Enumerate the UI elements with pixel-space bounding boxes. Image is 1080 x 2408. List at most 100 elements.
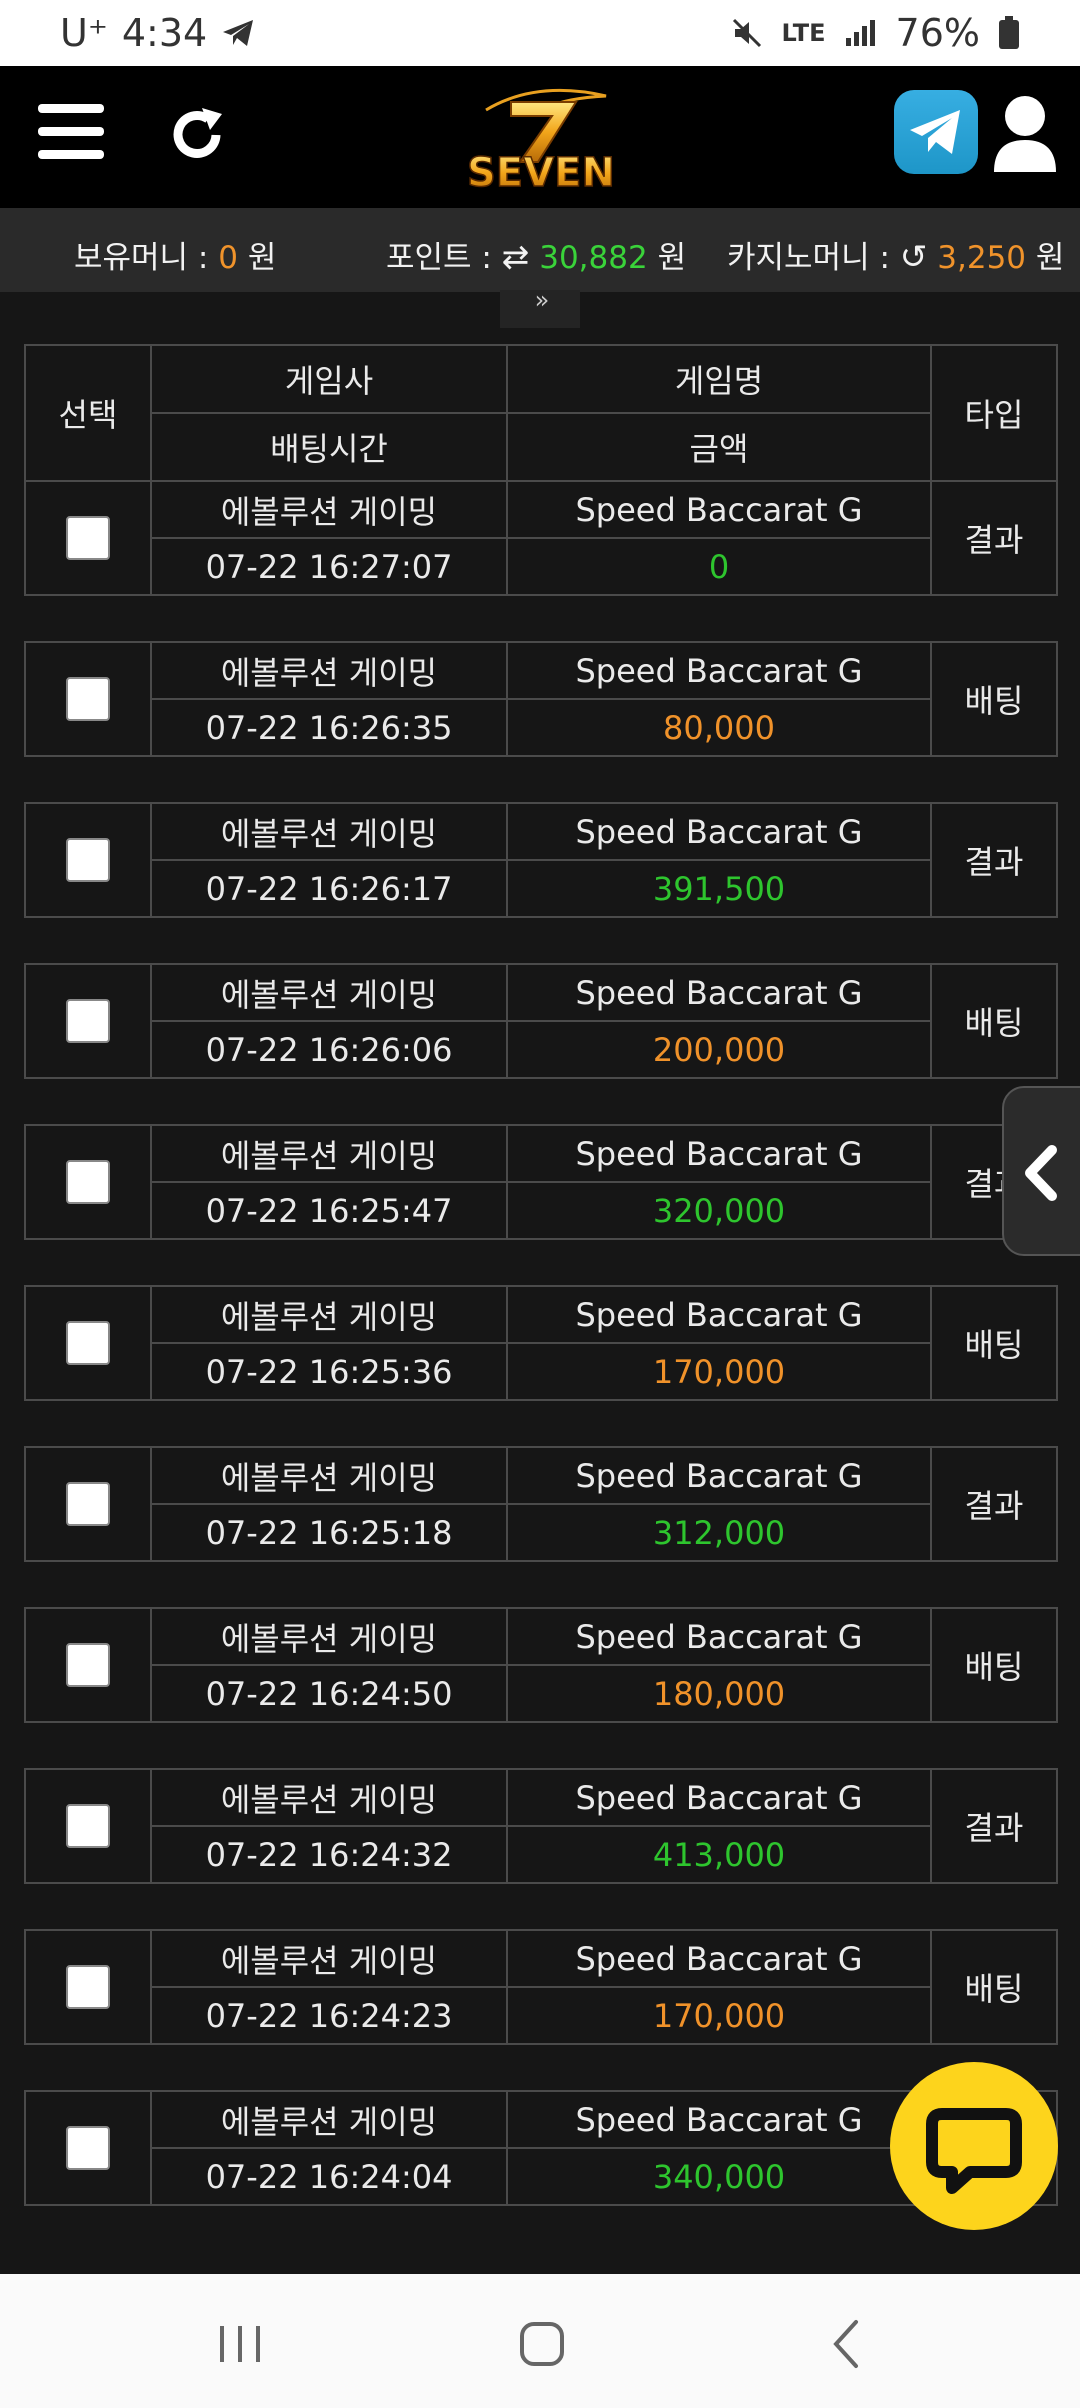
row-select-cell [24,1607,152,1723]
seven-logo[interactable]: SEVEN [456,80,626,196]
row-spacer [25,916,1057,965]
game-name-cell: Speed Baccarat G [506,1285,932,1344]
recent-apps-icon[interactable] [200,2314,280,2374]
provider-cell: 에볼루션 게이밍 [150,2090,508,2149]
header-game: 게임명 [506,344,932,414]
row-spacer [25,1077,1057,1126]
amount-cell: 0 [506,537,932,596]
row-select-cell [24,1929,152,2045]
casino-money[interactable]: 카지노머니 : ↺ 3,250 원 [727,232,1064,277]
balance-bar: 보유머니 : 0 원 포인트 : ⇄ 30,882 원 카지노머니 : ↺ 3,… [0,208,1080,292]
type-cell: 배팅 [930,1285,1058,1401]
header-provider: 게임사 [150,344,508,414]
game-name-cell: Speed Baccarat G [506,1768,932,1827]
game-name-cell: Speed Baccarat G [506,963,932,1022]
exchange-icon[interactable]: ⇄ [502,237,530,276]
row-checkbox[interactable] [66,677,110,721]
table-row-detail: 07-22 16:26:17 391,500 [25,859,1057,918]
bet-time-cell: 07-22 16:26:35 [150,698,508,757]
row-checkbox[interactable] [66,1965,110,2009]
row-checkbox[interactable] [66,1643,110,1687]
row-spacer [25,594,1057,643]
row-spacer [25,1560,1057,1609]
amount-cell: 312,000 [506,1503,932,1562]
row-select-cell [24,1285,152,1401]
table-row: 에볼루션 게이밍 Speed Baccarat G 배팅 [24,963,1058,1079]
reload-icon[interactable]: ↺ [900,237,928,276]
telegram-button[interactable] [894,90,978,174]
network-type: LTE [781,19,826,47]
row-select-cell [24,1446,152,1562]
system-nav-bar [0,2274,1080,2408]
row-checkbox[interactable] [66,838,110,882]
table-row-detail: 07-22 16:27:07 0 [25,537,1057,596]
status-bar: U⁺ 4:34 LTE 76% [0,0,1080,66]
type-cell: 결과 [930,1446,1058,1562]
row-select-cell [24,641,152,757]
bet-time-cell: 07-22 16:24:04 [150,2147,508,2206]
row-spacer [25,755,1057,804]
chevron-left-icon [1025,1145,1057,1201]
collapse-toggle[interactable]: » [500,288,580,328]
table-row: 에볼루션 게이밍Speed Baccarat G결과 [24,1124,1058,1240]
back-icon[interactable] [808,2314,888,2374]
provider-cell: 에볼루션 게이밍 [150,1124,508,1183]
holding-money: 보유머니 : 0 원 [74,232,276,277]
refresh-icon[interactable] [166,104,228,166]
row-spacer [25,1399,1057,1448]
row-checkbox[interactable] [66,1321,110,1365]
bet-time-cell: 07-22 16:25:47 [150,1181,508,1240]
provider-cell: 에볼루션 게이밍 [150,963,508,1022]
live-chat-button[interactable] [890,2062,1058,2230]
svg-text:SEVEN: SEVEN [467,150,615,196]
provider-cell: 에볼루션 게이밍 [150,1446,508,1505]
header-bet-time: 배팅시간 [150,412,508,482]
battery-percent: 76% [895,11,980,55]
amount-cell: 200,000 [506,1020,932,1079]
carrier-label: U⁺ [60,11,108,55]
row-checkbox[interactable] [66,1482,110,1526]
bet-history-table: 선택 게임사 게임명 타입 배팅시간 금액 에볼루션 게이밍 Speed Bacc… [24,344,1058,2206]
provider-cell: 에볼루션 게이밍 [150,641,508,700]
hamburger-menu-icon[interactable] [38,104,104,164]
header-type: 타입 [930,344,1058,482]
amount-cell: 80,000 [506,698,932,757]
user-profile-icon[interactable] [992,94,1058,174]
row-checkbox[interactable] [66,1804,110,1848]
type-cell: 결과 [930,1768,1058,1884]
table-row: 에볼루션 게이밍 Speed Baccarat G 배팅 [24,641,1058,757]
side-panel-toggle[interactable] [1002,1086,1080,1256]
row-checkbox[interactable] [66,516,110,560]
holding-money-label: 보유머니 : [74,240,209,276]
casino-money-unit: 원 [1035,240,1065,276]
row-spacer [25,1721,1057,1770]
type-cell: 배팅 [930,963,1058,1079]
row-checkbox[interactable] [66,2126,110,2170]
bet-time-cell: 07-22 16:25:36 [150,1342,508,1401]
row-spacer [25,1238,1057,1287]
provider-cell: 에볼루션 게이밍 [150,1285,508,1344]
points[interactable]: 포인트 : ⇄ 30,882 원 [386,232,686,277]
bet-time-cell: 07-22 16:27:07 [150,537,508,596]
row-checkbox[interactable] [66,999,110,1043]
game-name-cell: Speed Baccarat G [506,480,932,539]
game-name-cell: Speed Baccarat G [506,1607,932,1666]
points-value: 30,882 [539,240,648,276]
amount-cell: 320,000 [506,1181,932,1240]
table-row: 에볼루션 게이밍 Speed Baccarat G 배팅 [24,1285,1058,1401]
type-cell: 배팅 [930,641,1058,757]
home-icon[interactable] [502,2314,582,2374]
bet-time-cell: 07-22 16:26:06 [150,1020,508,1079]
row-checkbox[interactable] [66,1160,110,1204]
table-row-detail: 07-22 16:26:35 80,000 [25,698,1057,757]
table-row-detail: 07-22 16:25:36 170,000 [25,1342,1057,1401]
game-name-cell: Speed Baccarat G [506,1446,932,1505]
provider-cell: 에볼루션 게이밍 [150,1607,508,1666]
table-row-detail: 07-22 16:26:06 200,000 [25,1020,1057,1079]
table-row-detail: 07-22 16:25:47 320,000 [25,1181,1057,1240]
amount-cell: 413,000 [506,1825,932,1884]
app-header: SEVEN [0,66,1080,208]
row-select-cell [24,802,152,918]
row-select-cell [24,1124,152,1240]
header-select: 선택 [24,344,152,482]
